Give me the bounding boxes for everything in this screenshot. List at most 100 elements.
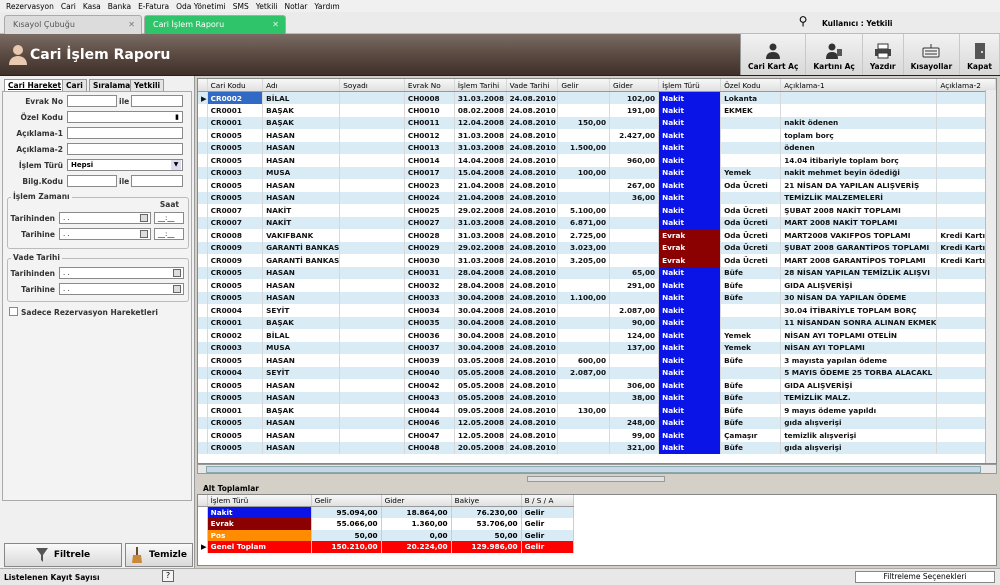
totals-row[interactable]: Nakit 95.094,00 18.864,00 76.230,00 Gelir — [198, 506, 574, 518]
filter-options-select[interactable]: Filtreleme Seçenekleri — [855, 571, 995, 583]
evrak-no-from-input[interactable] — [67, 95, 117, 107]
table-row[interactable]: CR0001 BAŞAK CH0044 09.05.2008 24.08.2010 130… — [198, 404, 996, 417]
tab-siralama[interactable]: Sıralama — [89, 79, 135, 91]
tab-kisayol[interactable]: Kısayol Çubuğu ✕ — [4, 15, 142, 34]
tab-yetkili[interactable]: Yetkili — [130, 79, 165, 91]
calendar-icon[interactable] — [173, 269, 181, 277]
vade-tarihine-input[interactable]: . . — [59, 283, 184, 295]
menu-item[interactable]: Banka — [108, 2, 131, 11]
calendar-icon[interactable] — [140, 230, 148, 238]
vade-tarihinden-input[interactable]: . . — [59, 267, 184, 279]
horizontal-scrollbar[interactable] — [197, 464, 997, 474]
cari-kart-ac-button[interactable]: Cari Kart Aç — [741, 34, 807, 75]
menu-item[interactable]: Rezervasyon — [6, 2, 54, 11]
column-header[interactable]: Soyadı — [339, 79, 405, 92]
close-icon[interactable]: ✕ — [128, 20, 135, 29]
scroll-thumb[interactable] — [206, 466, 981, 473]
bilg-kodu-to-input[interactable] — [131, 175, 183, 187]
calendar-icon[interactable] — [140, 214, 148, 222]
column-header[interactable]: İşlem Tarihi — [454, 79, 507, 92]
table-row[interactable]: CR0001 BAŞAK CH0011 12.04.2008 24.08.2010 150… — [198, 116, 996, 129]
table-row[interactable]: CR0005 HASAN CH0024 21.04.2008 24.08.2010 36,… — [198, 191, 996, 204]
aciklama1-input[interactable] — [67, 127, 183, 139]
tab-cari[interactable]: Cari — [62, 79, 87, 91]
table-row[interactable]: CR0005 HASAN CH0042 05.05.2008 24.08.2010 306… — [198, 379, 996, 392]
islem-tarihine-input[interactable]: . . — [59, 228, 151, 240]
table-row[interactable]: CR0005 HASAN CH0023 21.04.2008 24.08.2010 267… — [198, 179, 996, 192]
islem-tarihinden-input[interactable]: . . — [59, 212, 151, 224]
menu-item[interactable]: E-Fatura — [138, 2, 169, 11]
table-row[interactable]: CR0005 HASAN CH0032 28.04.2008 24.08.2010 291… — [198, 279, 996, 292]
column-header[interactable]: Evrak No — [404, 79, 455, 92]
chevron-down-icon[interactable]: ▼ — [171, 160, 181, 170]
menu-item[interactable]: Yetkili — [256, 2, 278, 11]
column-header[interactable]: Açıklama-1 — [780, 79, 938, 92]
table-row[interactable]: CR0005 HASAN CH0039 03.05.2008 24.08.2010 600… — [198, 354, 996, 367]
menu-item[interactable]: Oda Yönetimi — [176, 2, 226, 11]
totals-row[interactable]: Pos 50,00 0,00 50,00 Gelir — [198, 529, 574, 541]
calendar-icon[interactable] — [173, 285, 181, 293]
column-header[interactable]: Cari Kodu — [207, 79, 264, 92]
column-header[interactable]: Gider — [609, 79, 660, 92]
column-header[interactable]: Gelir — [557, 79, 611, 92]
aciklama2-input[interactable] — [67, 143, 183, 155]
table-row[interactable]: CR0007 NAKİT CH0025 29.02.2008 24.08.2010 5.1… — [198, 204, 996, 217]
yazdir-button[interactable]: Yazdır — [863, 34, 904, 75]
table-row[interactable]: CR0003 MUSA CH0037 30.04.2008 24.08.2010 137,… — [198, 341, 996, 354]
help-button[interactable]: ? — [162, 570, 174, 582]
menu-item[interactable]: Cari — [61, 2, 76, 11]
column-header[interactable]: B / S / A — [521, 495, 574, 507]
sadece-rezervasyon-checkbox[interactable] — [9, 307, 18, 316]
table-row[interactable]: CR0004 SEYİT CH0040 05.05.2008 24.08.2010 2.0… — [198, 366, 996, 379]
islem-turu-select[interactable]: Hepsi ▼ — [67, 159, 183, 171]
table-row[interactable]: CR0005 HASAN CH0043 05.05.2008 24.08.2010 38,… — [198, 391, 996, 404]
table-row[interactable]: CR0001 BAŞAK CH0035 30.04.2008 24.08.2010 90,… — [198, 316, 996, 329]
table-row[interactable]: CR0005 HASAN CH0047 12.05.2008 24.08.2010 99,… — [198, 429, 996, 442]
column-header[interactable]: Özel Kodu — [720, 79, 782, 92]
totals-row[interactable]: ▶ Genel Toplam 150.210,00 20.224,00 129.986,… — [198, 541, 574, 553]
bilg-kodu-from-input[interactable] — [67, 175, 117, 187]
kisayollar-button[interactable]: Kısayollar — [904, 34, 961, 75]
table-row[interactable]: ▶ CR0002 BİLAL CH0008 31.03.2008 24.08.2010 10… — [198, 91, 996, 104]
islem-saat-from-input[interactable]: __:__ — [154, 212, 184, 224]
menu-item[interactable]: Yardım — [314, 2, 339, 11]
column-header[interactable]: İşlem Türü — [207, 495, 312, 507]
menu-item[interactable]: SMS — [233, 2, 249, 11]
kapat-button[interactable]: Kapat — [960, 34, 1000, 75]
table-row[interactable]: CR0005 HASAN CH0033 30.04.2008 24.08.2010 1.1… — [198, 291, 996, 304]
ozel-kodu-input[interactable]: ▮ — [67, 111, 183, 123]
evrak-no-to-input[interactable] — [131, 95, 183, 107]
islem-saat-to-input[interactable]: __:__ — [154, 228, 184, 240]
tab-cari-islem-raporu[interactable]: Cari İşlem Raporu ✕ — [144, 15, 286, 34]
table-row[interactable]: CR0008 VAKIFBANK CH0028 31.03.2008 24.08.201… — [198, 229, 996, 242]
book-icon[interactable]: ▮ — [175, 112, 179, 122]
column-header[interactable]: Gider — [381, 495, 452, 507]
menu-item[interactable]: Kasa — [83, 2, 101, 11]
table-row[interactable]: CR0005 HASAN CH0031 28.04.2008 24.08.2010 65,… — [198, 266, 996, 279]
totals-row[interactable]: Evrak 55.066,00 1.360,00 53.706,00 Gelir — [198, 518, 574, 530]
column-header[interactable]: Gelir — [311, 495, 382, 507]
close-icon[interactable]: ✕ — [272, 20, 279, 29]
column-header[interactable]: Bakiye — [451, 495, 522, 507]
splitter-handle[interactable] — [527, 476, 665, 482]
table-row[interactable]: CR0004 SEYİT CH0034 30.04.2008 24.08.2010 2.0… — [198, 304, 996, 317]
table-row[interactable]: CR0005 HASAN CH0046 12.05.2008 24.08.2010 248… — [198, 416, 996, 429]
table-row[interactable]: CR0009 GARANTİ BANKAS CH0029 29.02.2008 24.0… — [198, 241, 996, 254]
table-row[interactable]: CR0007 NAKİT CH0027 31.03.2008 24.08.2010 6.8… — [198, 216, 996, 229]
table-row[interactable]: CR0005 HASAN CH0014 14.04.2008 24.08.2010 960… — [198, 154, 996, 167]
tab-cari-hareket[interactable]: Cari Hareket — [4, 79, 66, 91]
column-header[interactable]: İşlem Türü — [658, 79, 722, 92]
table-row[interactable]: CR0003 MUSA CH0017 15.04.2008 24.08.2010 100,… — [198, 166, 996, 179]
table-row[interactable]: CR0001 BAŞAK CH0010 08.02.2008 24.08.2010 191… — [198, 104, 996, 117]
table-row[interactable]: CR0005 HASAN CH0048 20.05.2008 24.08.2010 321… — [198, 441, 996, 454]
table-row[interactable]: CR0005 HASAN CH0012 31.03.2008 24.08.2010 2.4… — [198, 129, 996, 142]
table-row[interactable]: CR0009 GARANTİ BANKAS CH0030 31.03.2008 24.0… — [198, 254, 996, 267]
column-header[interactable]: Adı — [262, 79, 341, 92]
temizle-button[interactable]: Temizle — [125, 543, 193, 567]
table-row[interactable]: CR0005 HASAN CH0013 31.03.2008 24.08.2010 1.5… — [198, 141, 996, 154]
kartini-ac-button[interactable]: Kartını Aç — [806, 34, 863, 75]
menu-item[interactable]: Notlar — [284, 2, 307, 11]
filtrele-button[interactable]: Filtrele — [4, 543, 122, 567]
search-icon[interactable]: ⚲ — [794, 14, 812, 32]
vertical-scrollbar[interactable] — [985, 90, 996, 463]
